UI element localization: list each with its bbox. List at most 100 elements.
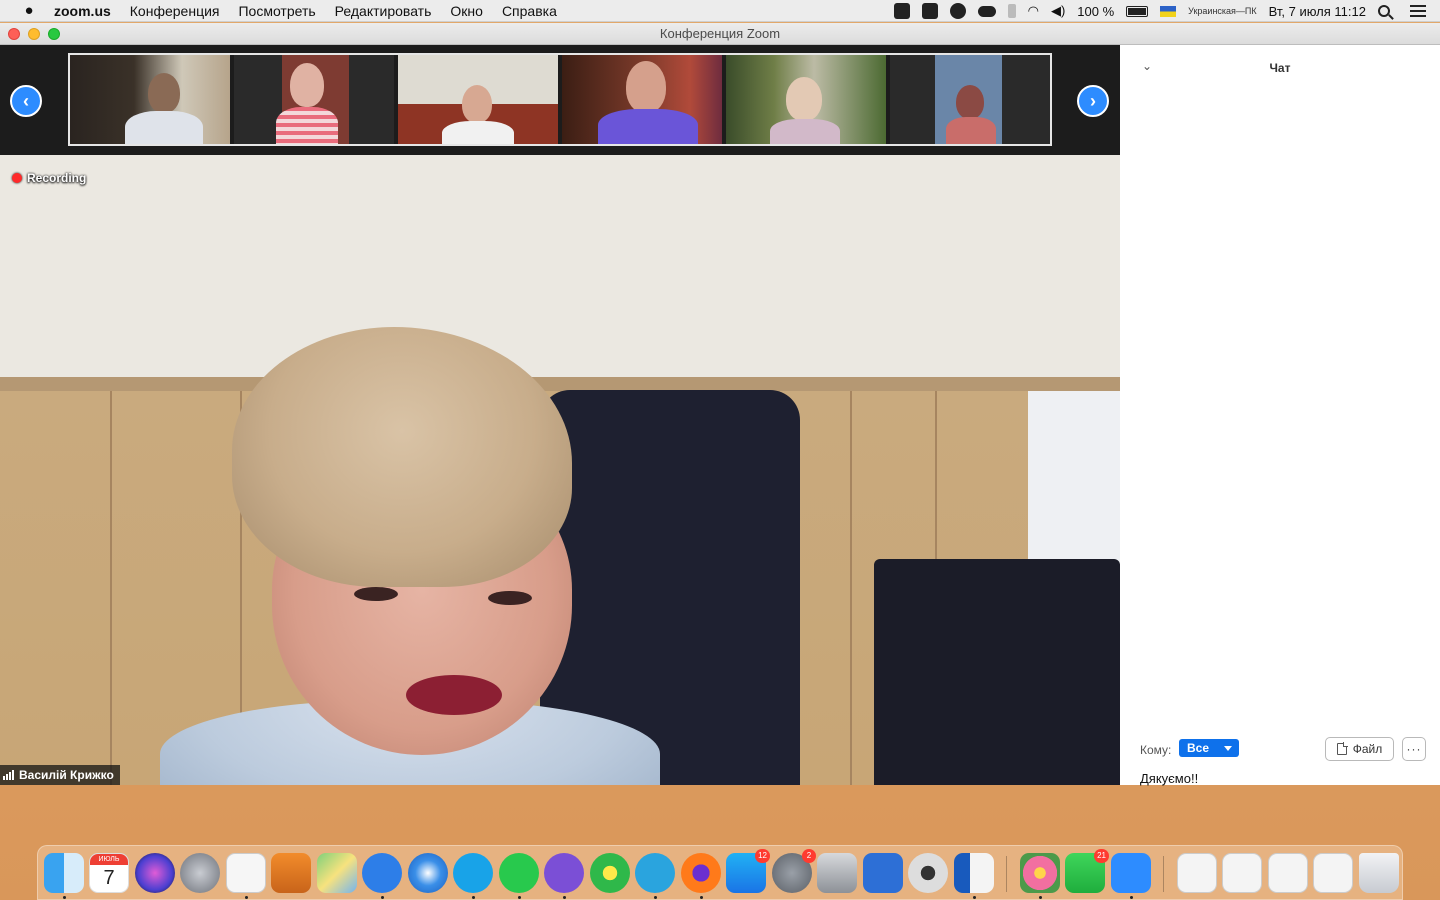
telegram-icon[interactable] — [635, 853, 675, 893]
participant-figure — [770, 119, 840, 144]
launchpad-icon[interactable] — [180, 853, 220, 893]
participant-figure — [956, 85, 984, 119]
maps-icon[interactable] — [317, 853, 357, 893]
app-menu-zoom[interactable]: zoom.us — [54, 3, 111, 19]
participant-thumbnail[interactable] — [890, 55, 1050, 144]
speaker-name-tag: Василій Крижко — [0, 765, 120, 785]
dock: ИЮЛЬ 7 12 2 21 — [37, 845, 1403, 900]
facetime-icon[interactable]: 21 — [1065, 849, 1109, 893]
skype-icon[interactable] — [453, 853, 493, 893]
recording-label: Recording — [27, 171, 87, 185]
video-background — [850, 391, 852, 785]
more-icon: ··· — [1406, 742, 1422, 756]
participant-thumbnail[interactable] — [726, 55, 886, 144]
gallery-prev-button[interactable]: ‹ — [10, 85, 42, 117]
close-window-button[interactable] — [8, 28, 20, 40]
chat-message-input[interactable]: Дякуємо!! — [1140, 771, 1198, 786]
calendar-icon[interactable]: ИЮЛЬ 7 — [89, 853, 129, 893]
running-indicator — [381, 896, 384, 899]
video-background — [0, 377, 1120, 391]
viber-icon[interactable] — [544, 853, 584, 893]
title-bar: Конференция Zoom — [0, 23, 1440, 45]
flag-icon[interactable] — [1160, 5, 1177, 17]
cloud-icon[interactable] — [977, 5, 996, 17]
volume-icon[interactable]: ◀) — [1051, 3, 1065, 19]
preview-icon[interactable] — [817, 853, 857, 893]
menu-edit[interactable]: Редактировать — [335, 3, 432, 19]
viber-icon[interactable] — [949, 3, 966, 19]
vpn-icon[interactable] — [863, 853, 903, 893]
document-icon[interactable] — [1313, 853, 1353, 893]
video-background — [0, 155, 1120, 377]
camera-icon[interactable] — [921, 3, 938, 19]
participant-figure — [462, 85, 492, 123]
menu-conference[interactable]: Конференция — [130, 3, 220, 19]
running-indicator — [472, 896, 475, 899]
recipient-dropdown[interactable]: Все — [1179, 739, 1239, 757]
gallery-next-button[interactable]: › — [1077, 85, 1109, 117]
menu-view[interactable]: Посмотреть — [238, 3, 315, 19]
running-indicator — [563, 896, 566, 899]
active-speaker-video[interactable]: Recording Василій Крижко — [0, 155, 1120, 785]
whatsapp-icon[interactable] — [499, 853, 539, 893]
minimize-window-button[interactable] — [28, 28, 40, 40]
dock-separator — [1006, 856, 1007, 892]
clock[interactable]: Вт, 7 июля 11:12 — [1269, 4, 1366, 19]
s-app-icon[interactable] — [362, 853, 402, 893]
icq-icon[interactable] — [590, 853, 630, 893]
video-background — [874, 559, 1120, 785]
file-icon — [1336, 742, 1348, 755]
webcam-icon[interactable] — [908, 853, 948, 893]
chat-panel: ⌄ Чат Кому: Все Файл ··· Дякуємо!! — [1120, 45, 1440, 786]
system-preferences-badge: 2 — [802, 849, 816, 863]
send-file-button[interactable]: Файл — [1325, 737, 1394, 761]
document-icon[interactable] — [1177, 853, 1217, 893]
spotlight-search-icon[interactable] — [1378, 5, 1390, 17]
participant-thumbnail[interactable] — [398, 55, 558, 144]
firefox-icon[interactable] — [681, 853, 721, 893]
speaker-figure — [488, 591, 532, 605]
recording-indicator: Recording — [12, 171, 86, 185]
control-center-icon[interactable] — [1410, 5, 1426, 17]
word-icon[interactable] — [954, 853, 994, 893]
more-options-button[interactable]: ··· — [1402, 737, 1426, 761]
chevron-right-icon: › — [1090, 91, 1096, 111]
finder-icon[interactable] — [44, 853, 84, 893]
document-icon[interactable] — [1222, 853, 1262, 893]
bluetooth-icon[interactable] — [1007, 4, 1016, 18]
participant-thumbnail[interactable] — [70, 55, 230, 144]
app-store-icon[interactable]: 12 — [726, 849, 770, 893]
window-title: Конференция Zoom — [659, 26, 781, 41]
recipient-value: Все — [1187, 741, 1210, 755]
calculator-icon[interactable] — [271, 853, 311, 893]
siri-icon[interactable] — [135, 853, 175, 893]
participant-figure — [786, 77, 822, 121]
facetime-badge: 21 — [1094, 849, 1109, 863]
speaker-figure — [406, 675, 502, 715]
menu-bar: ● zoom.us Конференция Посмотреть Редакти… — [0, 0, 1440, 22]
participant-figure — [148, 73, 180, 113]
safari-icon[interactable] — [408, 853, 448, 893]
photos-icon[interactable] — [1020, 853, 1060, 893]
wifi-icon[interactable]: ◠ — [1028, 3, 1039, 19]
file-button-label: Файл — [1352, 742, 1383, 756]
keyboard-layout[interactable]: Украинская—ПК — [1188, 6, 1256, 16]
participant-thumbnail[interactable] — [234, 55, 394, 144]
menu-help[interactable]: Справка — [502, 3, 557, 19]
battery-icon[interactable] — [1126, 5, 1149, 17]
maximize-window-button[interactable] — [48, 28, 60, 40]
signal-strength-icon — [3, 770, 14, 780]
running-indicator — [245, 896, 248, 899]
participant-gallery: ‹ › — [0, 45, 1120, 155]
trash-icon[interactable] — [1359, 853, 1399, 893]
zoom-icon[interactable] — [893, 3, 910, 19]
zoom-app-icon[interactable] — [1111, 853, 1151, 893]
participant-thumbnail[interactable] — [562, 55, 722, 144]
apple-menu-icon[interactable]: ● — [18, 2, 40, 19]
document-icon[interactable] — [1268, 853, 1308, 893]
textedit-icon[interactable] — [226, 853, 266, 893]
menu-window[interactable]: Окно — [450, 3, 483, 19]
caret-down-icon — [1224, 746, 1232, 751]
video-background — [110, 391, 112, 785]
system-preferences-icon[interactable]: 2 — [772, 849, 816, 893]
